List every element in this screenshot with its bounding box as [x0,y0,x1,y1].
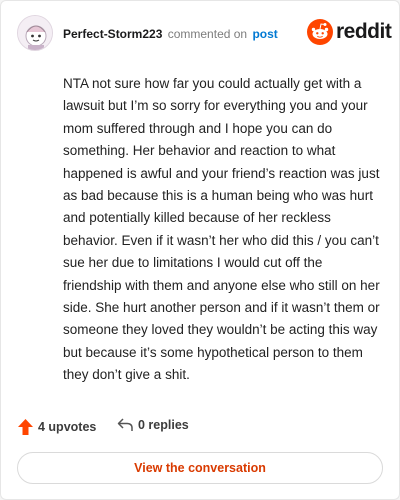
snoo-avatar-icon [18,16,52,50]
username-link[interactable]: Perfect-Storm223 [63,27,162,41]
reddit-logo[interactable]: reddit [307,19,392,47]
user-avatar[interactable] [17,15,53,51]
commented-on-text: commented on [167,27,248,41]
post-link[interactable]: post [252,27,277,41]
reply-count: 0 replies [138,418,189,432]
reddit-snoo-icon [307,19,333,45]
reddit-wordmark: reddit [336,20,392,43]
upvote-arrow-icon [18,419,33,435]
comment-meta: Perfect-Storm223 commented on post [63,26,278,42]
upvote-count: 4 upvotes [38,420,97,434]
comment-card: Perfect-Storm223 commented on post reddi… [0,0,400,500]
comment-body: NTA not sure how far you could actually … [63,76,380,383]
upvote-button[interactable]: 4 upvotes [17,418,96,436]
comment-actions: 4 upvotes 0 replies [17,417,385,439]
view-conversation-button[interactable]: View the conversation [17,452,383,484]
comment-header: Perfect-Storm223 commented on post reddi… [17,15,392,55]
reply-arrow-icon [117,418,133,431]
replies-button[interactable]: 0 replies [117,418,189,432]
